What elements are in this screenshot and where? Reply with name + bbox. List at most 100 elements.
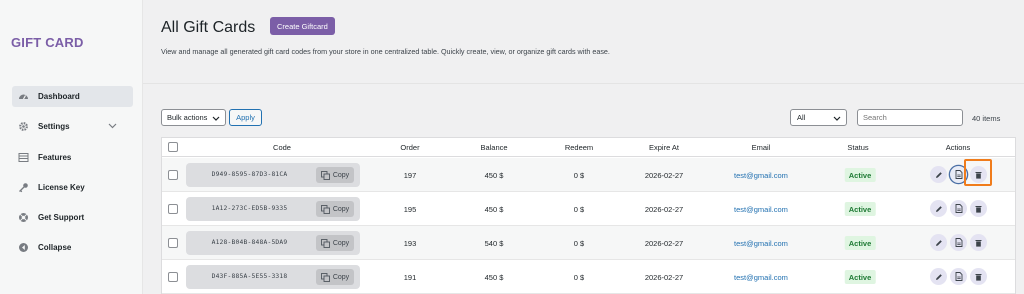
sidebar-item-license-key[interactable]: License Key [12, 177, 133, 198]
balance-cell: 450 $ [484, 171, 504, 180]
pencil-icon [935, 239, 942, 246]
copy-icon [320, 238, 330, 248]
order-cell: 191 [403, 273, 417, 282]
code-pill: D949-8595-87D3-81CA Copy [186, 163, 360, 187]
sidebar-item-label: License Key [38, 183, 85, 192]
view-button[interactable] [950, 200, 967, 217]
page-title: All Gift Cards [161, 19, 256, 36]
select-all-checkbox[interactable] [168, 142, 178, 152]
document-icon [955, 238, 962, 247]
gift-card-code: D43F-885A-5E55-3318 [211, 273, 288, 280]
chevron-down-icon [212, 115, 220, 124]
balance-cell: 540 $ [484, 239, 504, 248]
email-link[interactable]: test@gmail.com [734, 171, 788, 180]
support-icon [18, 212, 29, 223]
delete-button[interactable] [970, 200, 987, 217]
edit-button[interactable] [930, 200, 947, 217]
list-icon [18, 152, 29, 163]
status-badge: Active [844, 236, 876, 250]
gear-icon [18, 121, 29, 132]
apply-button[interactable]: Apply [229, 109, 262, 126]
copy-button[interactable]: Copy [316, 201, 354, 217]
edit-button[interactable] [930, 234, 947, 251]
pencil-icon [935, 205, 942, 212]
items-count: 40 items [972, 114, 1001, 123]
search-input[interactable] [857, 109, 963, 126]
row-checkbox[interactable] [168, 170, 178, 180]
order-cell: 195 [403, 205, 417, 214]
status-badge: Active [844, 202, 876, 216]
code-pill: 1A12-273C-ED5B-9335 Copy [186, 197, 360, 221]
status-filter-select[interactable]: All [790, 109, 847, 126]
sidebar-item-collapse[interactable]: Collapse [12, 237, 133, 258]
table-row: A128-B04B-848A-5DA9 Copy 193 540 $ 0 $ 2… [162, 226, 1015, 260]
status-filter-value: All [797, 113, 806, 122]
copy-button[interactable]: Copy [316, 235, 354, 251]
sidebar-item-get-support[interactable]: Get Support [12, 207, 133, 228]
row-checkbox[interactable] [168, 204, 178, 214]
page-description: View and manage all generated gift card … [161, 47, 610, 56]
trash-icon [975, 239, 982, 247]
copy-icon [320, 272, 330, 282]
redeem-cell: 0 $ [573, 205, 585, 214]
view-button[interactable] [950, 234, 967, 251]
bulk-actions-select[interactable]: Bulk actions [161, 109, 226, 126]
page-header: All Gift Cards Create Giftcard View and … [143, 0, 1024, 84]
delete-button[interactable] [970, 234, 987, 251]
status-badge: Active [844, 168, 876, 182]
table-row: D43F-885A-5E55-3318 Copy 191 450 $ 0 $ 2… [162, 260, 1015, 294]
email-link[interactable]: test@gmail.com [734, 205, 788, 214]
view-button[interactable] [950, 166, 967, 183]
pencil-icon [935, 171, 942, 178]
delete-button[interactable] [970, 268, 987, 285]
column-header-redeem: Redeem [564, 143, 594, 152]
brand-logo: GIFT CARD [11, 35, 84, 50]
table-row: 1A12-273C-ED5B-9335 Copy 195 450 $ 0 $ 2… [162, 192, 1015, 226]
collapse-icon [18, 242, 29, 253]
copy-button[interactable]: Copy [316, 269, 354, 285]
copy-label: Copy [332, 273, 350, 281]
column-header-code: Code [273, 143, 291, 152]
create-giftcard-button[interactable]: Create Giftcard [270, 17, 335, 35]
sidebar-item-settings[interactable]: Settings [12, 116, 133, 137]
table-header: Code Order Balance Redeem Expire At Emai… [162, 138, 1015, 157]
code-pill: D43F-885A-5E55-3318 Copy [186, 265, 360, 289]
sidebar-item-dashboard[interactable]: Dashboard [12, 86, 133, 107]
sidebar-item-label: Dashboard [38, 92, 80, 101]
view-button[interactable] [950, 268, 967, 285]
document-icon [955, 272, 962, 281]
column-header-order: Order [400, 143, 420, 152]
chevron-down-icon[interactable] [108, 122, 117, 131]
redeem-cell: 0 $ [573, 273, 585, 282]
copy-button[interactable]: Copy [316, 167, 354, 183]
edit-button[interactable] [930, 268, 947, 285]
email-link[interactable]: test@gmail.com [734, 239, 788, 248]
code-pill: A128-B04B-848A-5DA9 Copy [186, 231, 360, 255]
column-header-email: Email [751, 143, 771, 152]
expire-cell: 2026-02-27 [644, 273, 684, 282]
sidebar-item-features[interactable]: Features [12, 147, 133, 168]
expire-cell: 2026-02-27 [644, 239, 684, 248]
copy-label: Copy [332, 171, 350, 179]
bulk-actions-value: Bulk actions [167, 113, 208, 122]
table-row: D949-8595-87D3-81CA Copy 197 450 $ 0 $ 2… [162, 158, 1015, 192]
redeem-cell: 0 $ [573, 239, 585, 248]
balance-cell: 450 $ [484, 273, 504, 282]
column-header-balance: Balance [480, 143, 508, 152]
row-checkbox[interactable] [168, 272, 178, 282]
email-link[interactable]: test@gmail.com [734, 273, 788, 282]
document-icon [955, 170, 962, 179]
expire-cell: 2026-02-27 [644, 171, 684, 180]
sidebar-item-label: Get Support [38, 213, 85, 222]
row-checkbox[interactable] [168, 238, 178, 248]
copy-icon [320, 170, 330, 180]
sidebar-item-label: Settings [38, 122, 70, 131]
sidebar-item-label: Collapse [38, 243, 72, 252]
dashboard-icon [18, 91, 29, 102]
order-cell: 193 [403, 239, 417, 248]
sidebar: GIFT CARD Dashboard Settings Features Li… [0, 0, 143, 294]
status-badge: Active [844, 270, 876, 284]
gift-card-code: D949-8595-87D3-81CA [211, 171, 288, 178]
delete-button[interactable] [970, 166, 987, 183]
edit-button[interactable] [930, 166, 947, 183]
